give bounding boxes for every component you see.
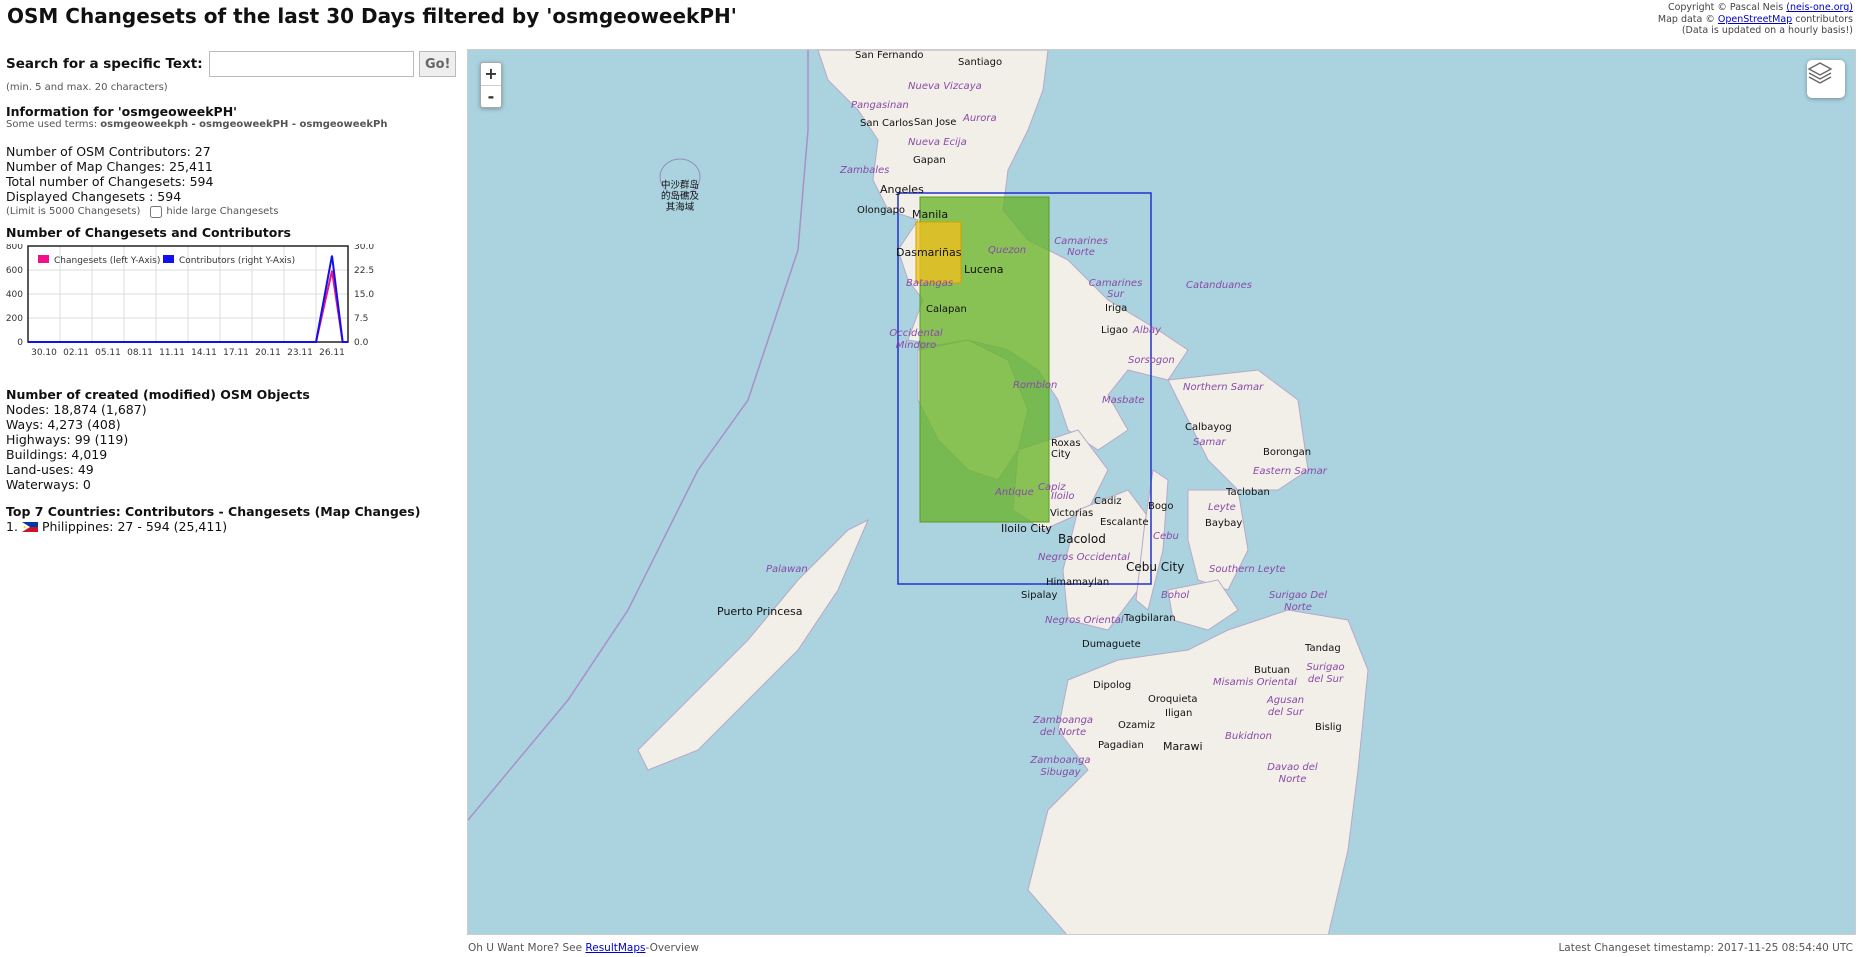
chart-x-tick: 20.11 xyxy=(255,348,281,358)
chart-y-left-tick: 0 xyxy=(17,338,23,348)
page-title: OSM Changesets of the last 30 Days filte… xyxy=(7,4,737,28)
copyright-text: Copyright © Pascal Neis xyxy=(1667,2,1787,13)
chart-legend-swatch-2 xyxy=(163,255,174,263)
limit-note: (Limit is 5000 Changesets) xyxy=(6,206,141,217)
chart-title: Number of Changesets and Contributors xyxy=(6,225,291,240)
neis-one-link[interactable]: (neis-one.org) xyxy=(1786,2,1853,13)
latest-changeset-timestamp: Latest Changeset timestamp: 2017-11-25 0… xyxy=(1558,942,1853,954)
footer-left: Oh U Want More? See ResultMaps-Overview xyxy=(468,942,699,954)
search-input[interactable] xyxy=(208,51,415,77)
stat-displayed-changesets: Displayed Changesets : 594 xyxy=(6,189,182,204)
sidebar: Search for a specific Text: Go! (min. 5 … xyxy=(6,50,456,534)
info-title: Information for 'osmgeoweekPH' xyxy=(6,104,237,119)
samar-island xyxy=(1167,369,1309,491)
stat-total-changesets: Total number of Changesets: 594 xyxy=(6,174,214,189)
changeset-bbox-yellow xyxy=(915,221,962,284)
country-rank: 1. xyxy=(6,519,18,534)
terms-list: osmgeoweekph - osmgeoweekPH - osmgeoweek… xyxy=(100,119,388,130)
stats-block: Number of OSM Contributors: 27 Number of… xyxy=(6,144,456,219)
chart-x-tick: 26.11 xyxy=(319,348,345,358)
objects-title: Number of created (modified) OSM Objects xyxy=(6,387,310,402)
layers-icon xyxy=(1807,62,1833,84)
limit-row: (Limit is 5000 Changesets) hide large Ch… xyxy=(6,204,456,219)
update-note: (Data is updated on a hourly basis!) xyxy=(1681,25,1853,36)
copyright-notice: Copyright © Pascal Neis (neis-one.org) M… xyxy=(1658,2,1853,37)
zoom-control: + - xyxy=(480,62,502,108)
chart-legend-label-1: Changesets (left Y-Axis) xyxy=(54,256,160,266)
objects-landuses: Land-uses: 49 xyxy=(6,462,94,477)
chart-y-right-tick: 15.0 xyxy=(354,290,374,300)
objects-highways: Highways: 99 (119) xyxy=(6,432,129,447)
country-name: Philippines: 27 - 594 (25,411) xyxy=(41,519,228,534)
chart-legend-swatch-1 xyxy=(38,255,49,263)
chart-x-tick: 14.11 xyxy=(191,348,217,358)
chart-y-left-tick: 400 xyxy=(6,290,23,300)
chart-x-tick: 08.11 xyxy=(127,348,153,358)
objects-nodes: Nodes: 18,874 (1,687) xyxy=(6,402,147,417)
hide-large-label: hide large Changesets xyxy=(166,206,279,217)
boundary-line xyxy=(468,50,809,821)
zoom-in-button[interactable]: + xyxy=(481,63,501,85)
chart-x-tick: 30.10 xyxy=(31,348,57,358)
chart-y-right-tick: 0.0 xyxy=(354,338,369,348)
chart-y-left-tick: 800 xyxy=(6,244,23,252)
countries-title: Top 7 Countries: Contributors - Changese… xyxy=(6,504,421,519)
chart-y-right-tick: 22.5 xyxy=(354,266,374,276)
footer-suffix: -Overview xyxy=(645,942,699,954)
search-label: Search for a specific Text: xyxy=(6,55,203,72)
leyte-island xyxy=(1187,489,1249,591)
map-view[interactable]: San Fernando Santiago Nueva Vizcaya Pang… xyxy=(467,49,1856,935)
openstreetmap-link[interactable]: OpenStreetMap xyxy=(1718,14,1792,25)
contributors-text: contributors xyxy=(1792,13,1853,25)
stat-map-changes: Number of Map Changes: 25,411 xyxy=(6,159,213,174)
go-button[interactable]: Go! xyxy=(419,51,456,77)
changesets-chart: 0 200 400 600 800 0.0 7.5 15.0 22.5 30.0 30.10 02.1… xyxy=(6,244,454,384)
objects-buildings: Buildings: 4,019 xyxy=(6,447,108,462)
zoom-out-button[interactable]: - xyxy=(481,85,501,107)
country-item: 1. Philippines: 27 - 594 (25,411) xyxy=(6,519,456,534)
chart-y-left-tick: 600 xyxy=(6,266,23,276)
chart-x-tick: 05.11 xyxy=(95,348,121,358)
map-canvas[interactable] xyxy=(468,50,1856,935)
search-row: Search for a specific Text: Go! xyxy=(6,50,456,78)
resultmaps-link[interactable]: ResultMaps xyxy=(585,942,645,954)
chart-x-tick: 17.11 xyxy=(223,348,249,358)
terms-prefix: Some used terms: xyxy=(6,119,101,130)
objects-ways: Ways: 4,273 (408) xyxy=(6,417,121,432)
chart-svg: 0 200 400 600 800 0.0 7.5 15.0 22.5 30.0 30.10 02.1… xyxy=(6,244,374,358)
map-data-text: Map data © xyxy=(1657,13,1718,25)
objects-waterways: Waterways: 0 xyxy=(6,477,91,492)
scarborough-shoal-outline xyxy=(659,158,701,196)
chart-y-right-tick: 7.5 xyxy=(354,314,368,324)
used-terms: Some used terms: osmgeoweekph - osmgeowe… xyxy=(6,119,456,131)
chart-y-right-tick: 30.0 xyxy=(354,244,374,252)
footer-prefix: Oh U Want More? See xyxy=(468,942,586,954)
hide-large-checkbox[interactable] xyxy=(150,205,163,218)
philippines-flag-icon xyxy=(21,521,38,532)
layers-button[interactable] xyxy=(1807,60,1845,98)
stat-contributors: Number of OSM Contributors: 27 xyxy=(6,144,211,159)
search-hint: (min. 5 and max. 20 characters) xyxy=(6,82,168,93)
mindanao-island xyxy=(1027,609,1369,934)
chart-legend-label-2: Contributors (right Y-Axis) xyxy=(179,256,295,266)
chart-y-left-tick: 200 xyxy=(6,314,23,324)
chart-x-tick: 23.11 xyxy=(287,348,313,358)
chart-x-tick: 02.11 xyxy=(63,348,89,358)
chart-x-tick: 11.11 xyxy=(159,348,185,358)
palawan-island xyxy=(637,518,869,771)
